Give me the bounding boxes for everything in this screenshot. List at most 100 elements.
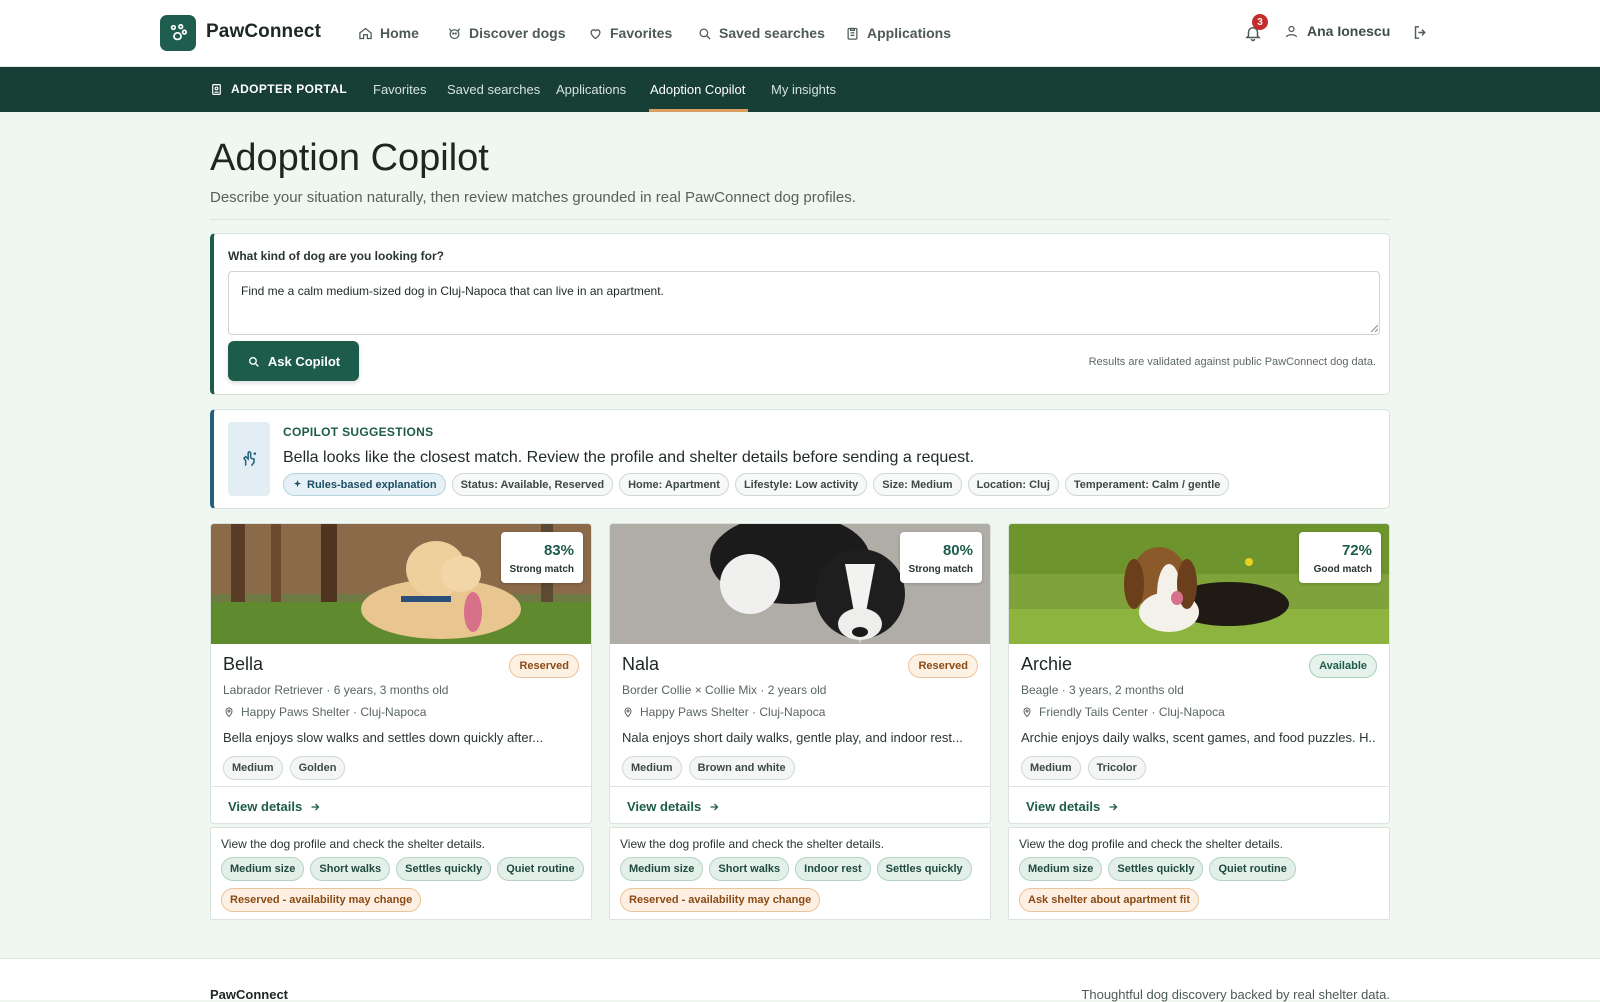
status-badge: Reserved: [509, 654, 579, 678]
view-details-row: View details: [211, 786, 591, 823]
view-details-link[interactable]: View details: [627, 799, 720, 814]
brand-name[interactable]: PawConnect: [206, 21, 321, 43]
tag-size: Medium: [1021, 756, 1081, 780]
dog-description: Nala enjoys short daily walks, gentle pl…: [622, 730, 963, 745]
reason-warning-tag: Ask shelter about apartment fit: [1019, 888, 1199, 912]
chip-home: Home: Apartment: [619, 473, 729, 496]
dog-description: Archie enjoys daily walks, scent games, …: [1021, 730, 1377, 745]
tab-applications[interactable]: Applications: [556, 82, 626, 97]
tag-color: Tricolor: [1087, 756, 1146, 780]
clipboard-icon: [847, 27, 858, 40]
dog-tags: Medium Tricolor: [1021, 756, 1146, 780]
logout-icon[interactable]: [1412, 24, 1429, 41]
user-name: Ana Ionescu: [1307, 23, 1391, 39]
reason-text: View the dog profile and check the shelt…: [620, 837, 884, 851]
page-title: Adoption Copilot: [210, 137, 489, 179]
arrow-right-icon: [311, 803, 320, 810]
dog-breed-age: Labrador Retriever · 6 years, 3 months o…: [223, 683, 449, 697]
dog-tags: Medium Brown and white: [622, 756, 795, 780]
match-reasons: View the dog profile and check the shelt…: [609, 827, 991, 920]
dog-name: Bella: [223, 654, 264, 674]
portal-navigation: ADOPTER PORTAL Favorites Saved searches …: [0, 67, 1600, 112]
nav-item-favorites[interactable]: Favorites: [588, 22, 672, 44]
nav-item-label: Favorites: [610, 25, 673, 41]
reason-tag: Short walks: [709, 857, 790, 881]
dog-icon: [448, 27, 461, 39]
tab-saved-searches[interactable]: Saved searches: [447, 82, 540, 97]
user-icon: [1285, 25, 1298, 37]
match-reasons: View the dog profile and check the shelt…: [1008, 827, 1390, 920]
nav-item-label: Home: [380, 25, 419, 41]
view-details-row: View details: [1009, 786, 1389, 823]
notification-badge: 3: [1252, 14, 1268, 30]
dog-name: Nala: [622, 654, 660, 674]
arrow-right-icon: [710, 803, 719, 810]
user-menu[interactable]: Ana Ionescu: [1284, 23, 1390, 39]
nav-item-applications[interactable]: Applications: [845, 22, 951, 44]
tab-favorites[interactable]: Favorites: [373, 82, 426, 97]
sparkle-hand-icon: [228, 422, 270, 496]
tag-size: Medium: [223, 756, 283, 780]
ask-copilot-button[interactable]: Ask Copilot: [228, 341, 359, 381]
reason-tag: Settles quickly: [876, 857, 972, 881]
chip-location: Location: Cluj: [967, 473, 1059, 496]
reason-tag: Indoor rest: [795, 857, 871, 881]
home-icon: [359, 27, 372, 39]
footer: PawConnect Thoughtful dog discovery back…: [0, 958, 1600, 1002]
reason-text: View the dog profile and check the shelt…: [221, 837, 485, 851]
status-badge: Reserved: [908, 654, 978, 678]
query-input[interactable]: [228, 271, 1380, 335]
copilot-suggestions-card: COPILOT SUGGESTIONS Bella looks like the…: [210, 409, 1390, 509]
active-tab-indicator: [649, 109, 748, 112]
tab-adoption-copilot[interactable]: Adoption Copilot: [650, 82, 745, 97]
chip-temperament: Temperament: Calm / gentle: [1064, 473, 1230, 496]
match-score: 72% Good match: [1299, 532, 1381, 583]
page-subtitle: Describe your situation naturally, then …: [210, 189, 856, 206]
query-label: What kind of dog are you looking for?: [228, 249, 444, 263]
validation-note: Results are validated against public Paw…: [1088, 356, 1376, 368]
sparkle-icon: [293, 479, 302, 488]
tab-my-insights[interactable]: My insights: [771, 82, 836, 97]
nav-item-saved-searches[interactable]: Saved searches: [697, 22, 825, 44]
suggestions-title: COPILOT SUGGESTIONS: [283, 425, 434, 439]
map-pin-icon: [1023, 707, 1031, 718]
dog-card[interactable]: 83% Strong match Bella Reserved Labrador…: [210, 523, 592, 824]
dog-card[interactable]: 80% Strong match Nala Reserved Border Co…: [609, 523, 991, 824]
reason-tags: Medium size Short walks Settles quickly …: [221, 857, 585, 912]
dog-tags: Medium Golden: [223, 756, 346, 780]
reason-warning-tag: Reserved - availability may change: [221, 888, 422, 912]
nav-item-home[interactable]: Home: [358, 22, 419, 44]
nav-item-discover-dogs[interactable]: Discover dogs: [447, 22, 565, 44]
divider: [210, 219, 1390, 220]
tag-color: Golden: [289, 756, 346, 780]
search-icon: [248, 356, 259, 367]
view-details-link[interactable]: View details: [228, 799, 321, 814]
paw-logo-icon[interactable]: [160, 15, 196, 51]
view-details-row: View details: [610, 786, 990, 823]
nav-item-label: Saved searches: [719, 25, 825, 41]
match-score: 83% Strong match: [501, 532, 583, 583]
top-navigation: PawConnect Home Discover dogs Favorites …: [0, 0, 1600, 67]
chip-lifestyle: Lifestyle: Low activity: [734, 473, 868, 496]
dog-description: Bella enjoys slow walks and settles down…: [223, 730, 544, 745]
reason-tag: Quiet routine: [497, 857, 584, 881]
criteria-chips: Rules-based explanation Status: Availabl…: [283, 473, 1230, 496]
dog-location: Happy Paws Shelter · Cluj-Napoca: [223, 705, 426, 719]
nav-item-label: Discover dogs: [469, 25, 566, 41]
reason-tag: Medium size: [620, 857, 704, 881]
reason-tags: Medium size Short walks Indoor rest Sett…: [620, 857, 984, 912]
heart-icon: [590, 28, 601, 39]
view-details-link[interactable]: View details: [1026, 799, 1119, 814]
nav-item-label: Applications: [867, 25, 952, 41]
dog-location: Friendly Tails Center · Cluj-Napoca: [1021, 705, 1225, 719]
dog-location: Happy Paws Shelter · Cluj-Napoca: [622, 705, 825, 719]
map-pin-icon: [225, 707, 233, 718]
resize-handle-icon[interactable]: [1370, 324, 1378, 332]
reason-tag: Settles quickly: [1108, 857, 1204, 881]
status-badge: Available: [1309, 654, 1377, 678]
reason-warning-tag: Reserved - availability may change: [620, 888, 821, 912]
chip-rules-based-explanation[interactable]: Rules-based explanation: [283, 473, 446, 496]
dog-card[interactable]: 72% Good match Archie Available Beagle ·…: [1008, 523, 1390, 824]
match-reasons: View the dog profile and check the shelt…: [210, 827, 592, 920]
arrow-right-icon: [1109, 803, 1118, 810]
